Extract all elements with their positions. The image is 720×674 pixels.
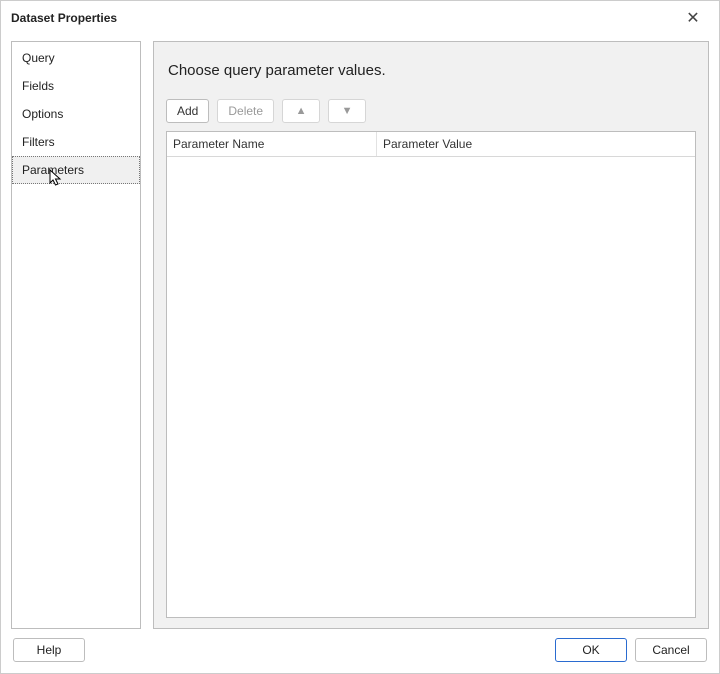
help-button-label: Help — [37, 643, 62, 657]
dataset-properties-dialog: Dataset Properties ✕ Query Fields Option… — [0, 0, 720, 674]
grid-column-header-value[interactable]: Parameter Value — [377, 132, 695, 156]
cancel-button-label: Cancel — [652, 643, 689, 657]
add-button-label: Add — [177, 104, 198, 118]
sidebar-item-label: Query — [22, 51, 55, 65]
sidebar-item-fields[interactable]: Fields — [12, 72, 140, 100]
sidebar-item-label: Filters — [22, 135, 55, 149]
grid-body — [167, 157, 695, 617]
parameters-grid[interactable]: Parameter Name Parameter Value — [166, 131, 696, 618]
sidebar-item-label: Options — [22, 107, 63, 121]
sidebar-item-filters[interactable]: Filters — [12, 128, 140, 156]
move-down-button[interactable]: ▼ — [328, 99, 366, 123]
delete-button[interactable]: Delete — [217, 99, 274, 123]
dialog-footer: Help OK Cancel — [1, 633, 719, 673]
help-button[interactable]: Help — [13, 638, 85, 662]
move-up-button[interactable]: ▲ — [282, 99, 320, 123]
close-icon: ✕ — [686, 8, 699, 28]
close-button[interactable]: ✕ — [675, 4, 711, 32]
main-heading: Choose query parameter values. — [168, 62, 696, 79]
arrow-down-icon: ▼ — [342, 106, 353, 117]
cancel-button[interactable]: Cancel — [635, 638, 707, 662]
sidebar-item-options[interactable]: Options — [12, 100, 140, 128]
sidebar-item-query[interactable]: Query — [12, 44, 140, 72]
dialog-title: Dataset Properties — [11, 11, 675, 25]
toolbar: Add Delete ▲ ▼ — [166, 99, 696, 123]
ok-button-label: OK — [582, 643, 599, 657]
delete-button-label: Delete — [228, 104, 263, 118]
sidebar-item-parameters[interactable]: Parameters — [12, 156, 140, 184]
add-button[interactable]: Add — [166, 99, 209, 123]
grid-header: Parameter Name Parameter Value — [167, 132, 695, 157]
grid-column-header-name[interactable]: Parameter Name — [167, 132, 377, 156]
sidebar-item-label: Fields — [22, 79, 54, 93]
ok-button[interactable]: OK — [555, 638, 627, 662]
sidebar-item-label: Parameters — [22, 163, 84, 177]
main-panel: Choose query parameter values. Add Delet… — [153, 41, 709, 629]
dialog-body: Query Fields Options Filters Parameters … — [1, 35, 719, 633]
arrow-up-icon: ▲ — [296, 106, 307, 117]
titlebar: Dataset Properties ✕ — [1, 1, 719, 35]
sidebar: Query Fields Options Filters Parameters — [11, 41, 141, 629]
